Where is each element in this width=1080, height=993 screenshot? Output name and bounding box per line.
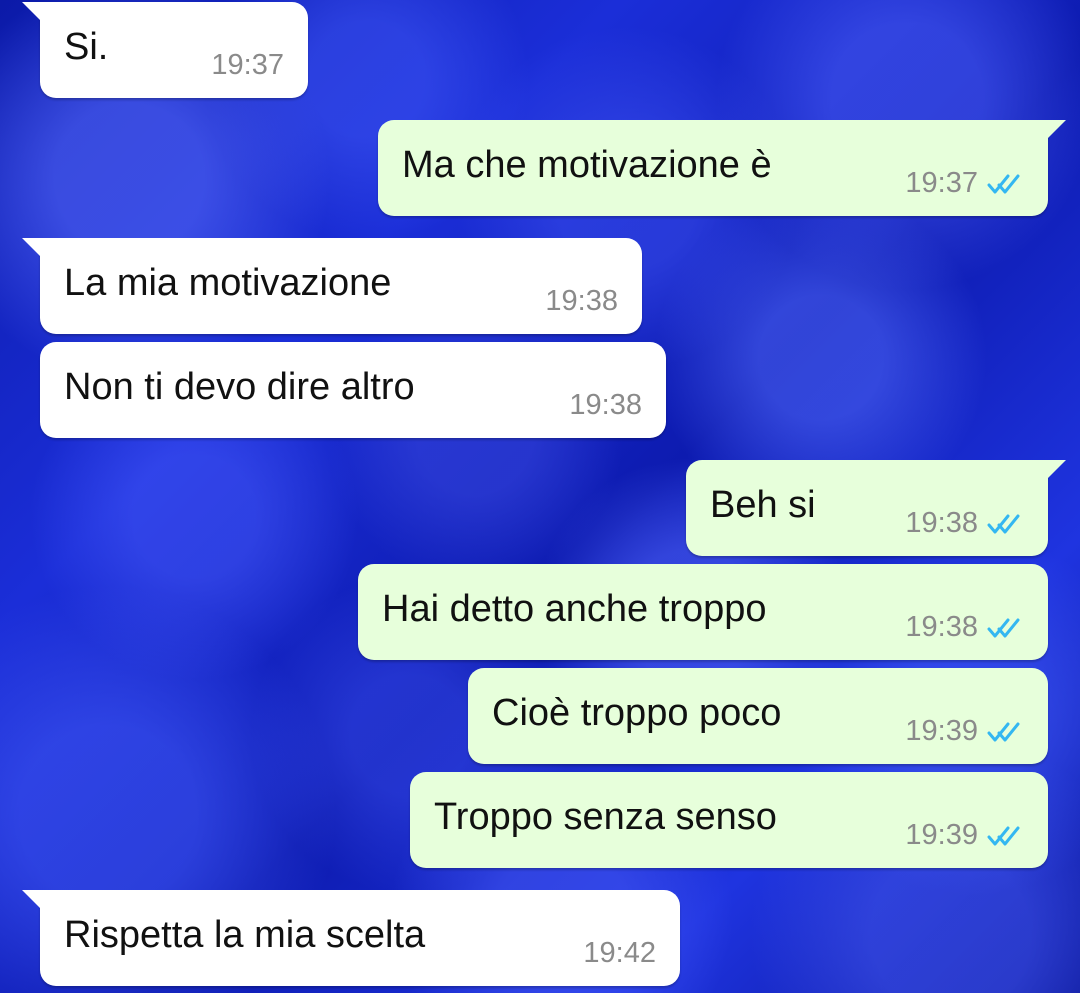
message-meta: 19:38 [545,287,618,316]
message-meta: 19:39 [905,717,1024,746]
message-text: Rispetta la mia scelta [64,914,426,956]
message-time: 19:42 [583,937,656,969]
incoming-message-bubble[interactable]: Non ti devo dire altro 19:38 [40,342,666,438]
message-time: 19:37 [211,49,284,81]
message-text: Beh si [710,484,816,526]
outgoing-message-bubble[interactable]: Cioè troppo poco 19:39 [468,668,1048,764]
message-time: 19:38 [905,611,978,643]
incoming-message-bubble[interactable]: Rispetta la mia scelta 19:42 [22,890,680,986]
double-check-read-icon [986,720,1024,744]
incoming-message-bubble[interactable]: Si. 19:37 [22,2,308,98]
message-meta: 19:37 [211,51,284,80]
outgoing-message-bubble[interactable]: Beh si 19:38 [686,460,1066,556]
message-time: 19:37 [905,167,978,199]
outgoing-message-bubble[interactable]: Troppo senza senso 19:39 [410,772,1048,868]
message-time: 19:39 [905,819,978,851]
outgoing-message-bubble[interactable]: Hai detto anche troppo 19:38 [358,564,1048,660]
message-time: 19:39 [905,715,978,747]
message-meta: 19:39 [905,821,1024,850]
message-meta: 19:38 [905,613,1024,642]
message-text: La mia motivazione [64,262,392,304]
chat-background: Si. 19:37 Ma che motivazione è 19:37 La … [0,0,1080,993]
message-text: Hai detto anche troppo [382,588,767,630]
message-time: 19:38 [545,285,618,317]
message-text: Cioè troppo poco [492,692,782,734]
message-meta: 19:38 [569,391,642,420]
message-meta: 19:38 [905,509,1024,538]
message-text: Troppo senza senso [434,796,777,838]
message-time: 19:38 [905,507,978,539]
incoming-message-bubble[interactable]: La mia motivazione 19:38 [22,238,642,334]
double-check-read-icon [986,172,1024,196]
message-text: Ma che motivazione è [402,144,772,186]
message-meta: 19:42 [583,939,656,968]
double-check-read-icon [986,616,1024,640]
outgoing-message-bubble[interactable]: Ma che motivazione è 19:37 [378,120,1066,216]
message-meta: 19:37 [905,169,1024,198]
double-check-read-icon [986,512,1024,536]
message-text: Si. [64,26,109,68]
message-text: Non ti devo dire altro [64,366,415,408]
double-check-read-icon [986,824,1024,848]
message-time: 19:38 [569,389,642,421]
